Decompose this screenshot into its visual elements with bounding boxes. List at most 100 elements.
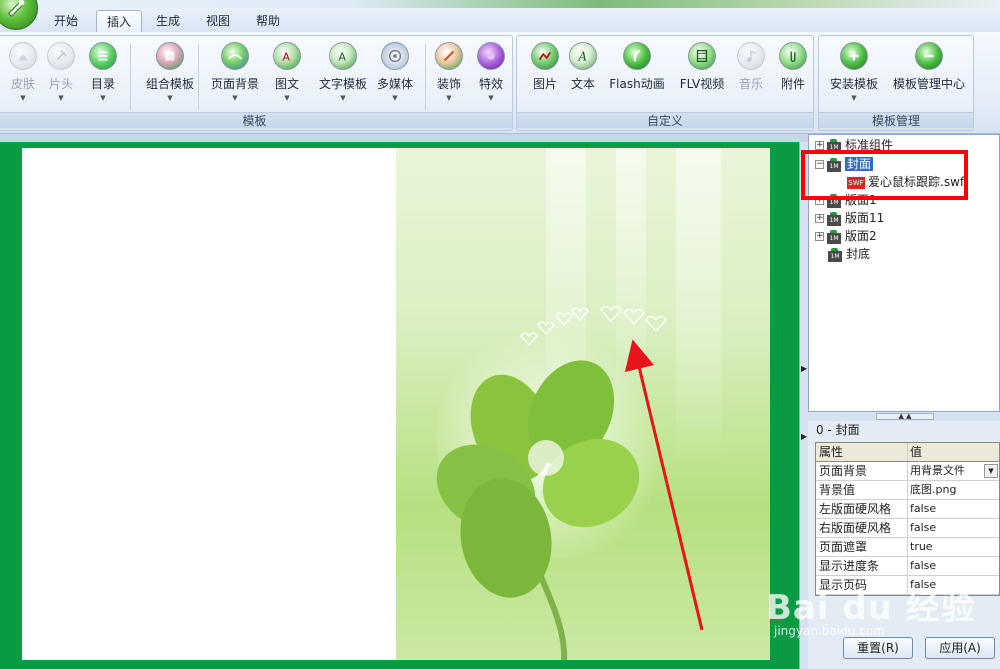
watermark-url: jingyan.baidu.com — [774, 624, 885, 638]
effects-button[interactable]: 特效 ▼ — [467, 40, 515, 114]
tab-insert[interactable]: 插入 — [96, 10, 143, 32]
apply-button[interactable]: 应用(A) — [925, 637, 995, 659]
group-template: 皮肤 ▼ 片头 ▼ 目录 ▼ 组合模板 ▼ 页面背景 ▼ A 图文 ▼ A 文字… — [0, 35, 513, 131]
image-text-button[interactable]: A 图文 ▼ — [263, 40, 311, 114]
property-grid-header: 属性 值 — [816, 443, 999, 462]
flash-icon — [623, 42, 651, 70]
install-template-button[interactable]: 安装模板 ▼ — [827, 40, 881, 114]
property-key: 显示进度条 — [816, 557, 908, 575]
annotation-arrow — [624, 339, 704, 631]
annotation-highlight-box — [801, 150, 968, 200]
chevron-down-icon: ▼ — [851, 94, 857, 102]
property-grid[interactable]: 属性 值 页面背景 用背景文件 ▼ 背景值 底图.png 左版面硬风格 false… — [815, 442, 1000, 596]
properties-title: 0 - 封面 — [816, 423, 860, 437]
chevron-down-icon[interactable]: ▼ — [984, 464, 998, 478]
picture-icon — [531, 42, 559, 70]
template-manager-button[interactable]: 模板管理中心 — [891, 40, 967, 114]
combo-template-icon — [156, 42, 184, 70]
title-bar — [0, 0, 1000, 8]
text-label: 文本 — [570, 77, 595, 91]
property-key: 背景值 — [816, 481, 908, 499]
effects-label: 特效 — [478, 77, 503, 91]
property-value[interactable]: false — [908, 557, 999, 575]
tree-item[interactable]: +1M 版面11 — [815, 210, 884, 227]
decoration-button[interactable]: 装饰 ▼ — [425, 40, 473, 114]
page-node-icon: 1M — [827, 247, 843, 262]
attachment-button[interactable]: 附件 — [769, 40, 817, 114]
toc-button[interactable]: 目录 ▼ — [79, 40, 127, 114]
book-canvas[interactable] — [0, 142, 799, 669]
property-row[interactable]: 背景值 底图.png — [816, 481, 999, 500]
chevron-down-icon: ▼ — [392, 94, 398, 102]
music-button[interactable]: 音乐 — [727, 40, 775, 114]
collapse-arrow-icon[interactable]: ▶ — [801, 432, 807, 441]
video-icon — [688, 42, 716, 70]
horizontal-splitter[interactable]: ▲ ▲ — [808, 412, 1000, 421]
group-custom-label: 自定义 — [517, 112, 813, 128]
text-icon: A — [569, 42, 597, 70]
toc-label: 目录 — [90, 77, 115, 91]
image-text-icon: A — [273, 42, 301, 70]
tab-generate[interactable]: 生成 — [146, 10, 190, 32]
chevron-down-icon: ▼ — [167, 94, 173, 102]
expand-icon[interactable]: + — [815, 141, 824, 150]
intro-button[interactable]: 片头 ▼ — [37, 40, 85, 114]
tab-view[interactable]: 视图 — [196, 10, 240, 32]
text-button[interactable]: A 文本 — [559, 40, 607, 114]
ribbon-separator — [198, 44, 199, 110]
page-background-label: 页面背景 — [210, 77, 259, 91]
page-node-icon: 1M — [826, 211, 842, 226]
tree-item-label: 封底 — [846, 247, 871, 261]
column-header-property: 属性 — [816, 443, 908, 461]
property-value[interactable]: true — [908, 538, 999, 556]
chevron-down-icon: ▼ — [488, 94, 494, 102]
tree-item[interactable]: 1M 封底 — [827, 246, 870, 263]
image-text-label: 图文 — [274, 77, 299, 91]
svg-text:A: A — [283, 51, 291, 64]
app-logo-icon — [8, 0, 25, 17]
flv-video-button[interactable]: FLV视频 — [675, 40, 729, 114]
expand-icon[interactable]: + — [815, 214, 824, 223]
multimedia-icon — [381, 42, 409, 70]
combo-template-button[interactable]: 组合模板 ▼ — [138, 40, 202, 114]
chevron-down-icon: ▼ — [232, 94, 238, 102]
property-value[interactable]: false — [908, 519, 999, 537]
template-manager-icon — [915, 42, 943, 70]
decoration-icon — [435, 42, 463, 70]
property-row[interactable]: 左版面硬风格 false — [816, 500, 999, 519]
property-key: 页面遮罩 — [816, 538, 908, 556]
music-label: 音乐 — [738, 77, 763, 91]
tab-help[interactable]: 帮助 — [246, 10, 290, 32]
page-node-icon: 1M — [826, 229, 842, 244]
column-header-value: 值 — [910, 445, 923, 459]
toc-icon — [89, 42, 117, 70]
property-value-select[interactable]: 用背景文件 ▼ — [908, 462, 999, 480]
text-template-label: 文字模板 — [318, 77, 367, 91]
property-value[interactable]: false — [908, 500, 999, 518]
text-template-button[interactable]: A 文字模板 ▼ — [313, 40, 373, 114]
group-template-manage: 安装模板 ▼ 模板管理中心 模板管理 — [818, 35, 974, 131]
property-key: 右版面硬风格 — [816, 519, 908, 537]
flash-button[interactable]: Flash动画 — [609, 40, 665, 114]
page-background-button[interactable]: 页面背景 ▼ — [205, 40, 265, 114]
template-manager-label: 模板管理中心 — [892, 77, 965, 91]
chevron-down-icon: ▼ — [340, 94, 346, 102]
music-icon — [737, 42, 765, 70]
property-row[interactable]: 页面背景 用背景文件 ▼ — [816, 462, 999, 481]
splitter-grip-icon[interactable]: ▲ ▲ — [876, 413, 934, 420]
intro-label: 片头 — [48, 77, 73, 91]
property-row[interactable]: 页面遮罩 true — [816, 538, 999, 557]
property-row[interactable]: 显示进度条 false — [816, 557, 999, 576]
flash-label: Flash动画 — [609, 77, 665, 91]
baidu-jingyan-watermark: Bai du 经验 — [766, 588, 976, 628]
tab-start[interactable]: 开始 — [44, 10, 88, 32]
collapse-arrow-icon[interactable]: ▶ — [801, 364, 807, 373]
chevron-down-icon: ▼ — [58, 94, 64, 102]
reset-button[interactable]: 重置(R) — [843, 637, 913, 659]
svg-text:A: A — [578, 50, 587, 64]
property-row[interactable]: 右版面硬风格 false — [816, 519, 999, 538]
tree-item[interactable]: +1M 版面2 — [815, 228, 877, 245]
expand-icon[interactable]: + — [815, 232, 824, 241]
property-value[interactable]: 底图.png — [908, 481, 999, 499]
multimedia-button[interactable]: 多媒体 ▼ — [371, 40, 419, 114]
